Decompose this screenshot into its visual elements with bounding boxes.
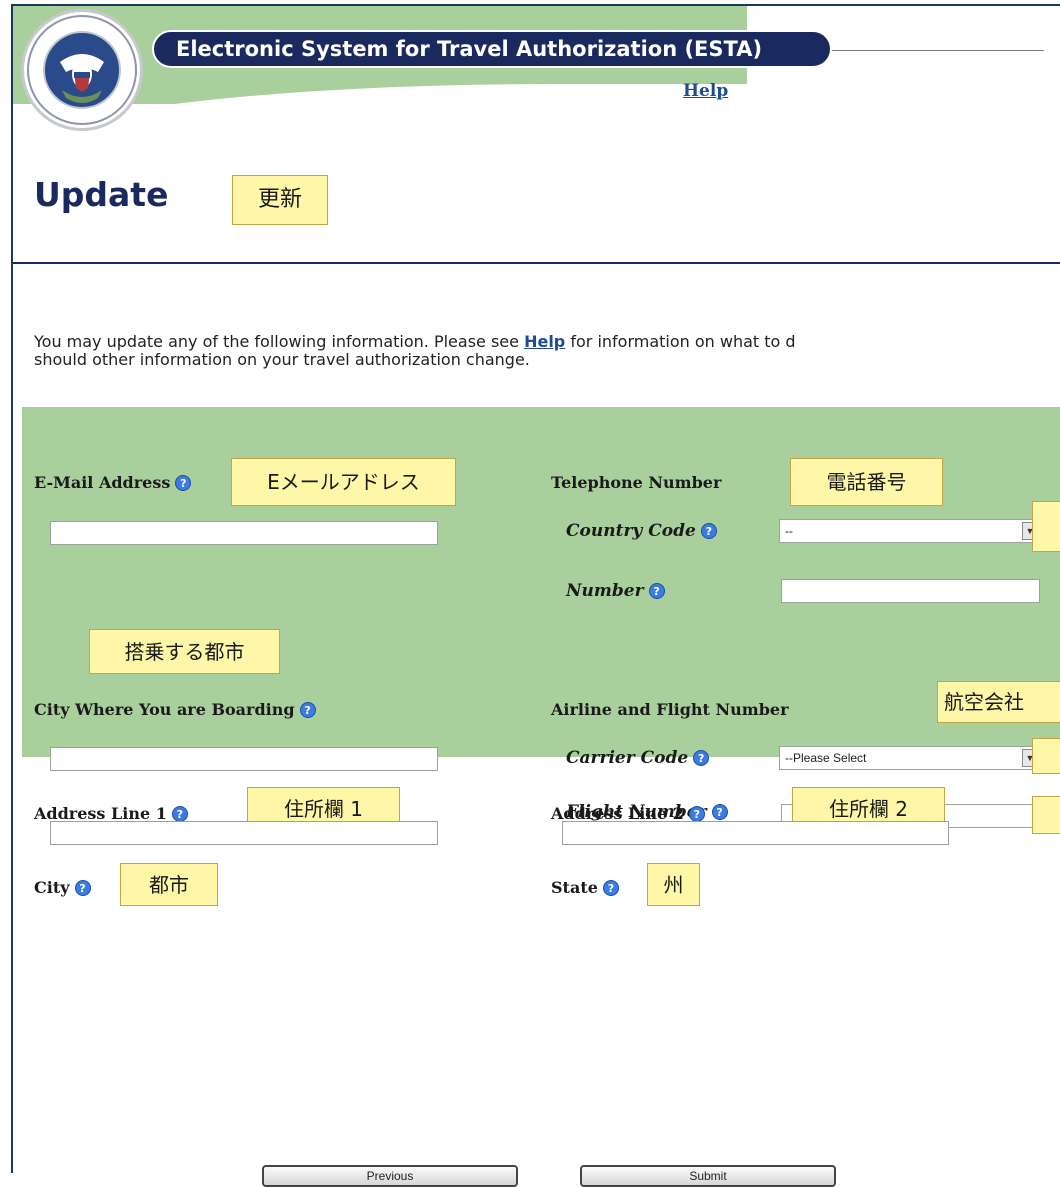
page-title-annotation: 更新 (232, 175, 328, 225)
airline-annotation: 航空会社 (937, 681, 1060, 723)
help-icon[interactable]: ? (688, 805, 705, 822)
email-field[interactable] (50, 521, 438, 545)
help-icon[interactable]: ? (171, 805, 188, 822)
boarding-city-annotation: 搭乗する都市 (89, 629, 280, 674)
help-icon[interactable]: ? (700, 523, 717, 539)
carrier-code-label: Carrier Code? (566, 748, 710, 768)
address1-field[interactable] (50, 821, 438, 845)
carrier-code-label-text: Carrier Code (566, 748, 689, 768)
intro-text-line2: should other information on your travel … (34, 350, 530, 369)
intro-text: You may update any of the following info… (34, 333, 1060, 369)
country-code-label-text: Country Code (566, 521, 696, 541)
intro-text-part2: for information on what to d (565, 332, 796, 351)
intro-text-part1: You may update any of the following info… (34, 332, 525, 351)
help-icon[interactable]: ? (648, 583, 665, 599)
email-label: E-Mail Address? (34, 473, 192, 492)
email-annotation: Eメールアドレス (231, 458, 456, 506)
help-icon[interactable]: ? (299, 701, 316, 718)
country-code-value: -- (785, 524, 793, 538)
boarding-city-label-text: City Where You are Boarding (34, 700, 295, 719)
help-icon[interactable]: ? (711, 804, 728, 820)
intro-help-link[interactable]: Help (524, 332, 565, 351)
header-rule (830, 50, 1044, 51)
carrier-code-select[interactable]: --Please Select ▼ (779, 746, 1041, 770)
app-title: Electronic System for Travel Authorizati… (152, 30, 832, 68)
number-label: Number? (566, 581, 665, 601)
city-label: City? (34, 878, 91, 897)
header-help-link[interactable]: Help (683, 81, 728, 101)
city-annotation: 都市 (120, 863, 218, 906)
state-label: State? (551, 878, 619, 897)
boarding-city-label: City Where You are Boarding? (34, 700, 316, 719)
country-code-label: Country Code? (566, 521, 717, 541)
title-divider (13, 262, 1060, 264)
carrier-code-value: --Please Select (785, 751, 867, 765)
help-icon[interactable]: ? (175, 474, 192, 491)
telephone-label: Telephone Number (551, 473, 722, 492)
flight-number-annotation (1032, 796, 1060, 834)
number-label-text: Number (566, 581, 644, 601)
submit-button[interactable]: Submit (580, 1165, 836, 1187)
state-label-text: State (551, 878, 598, 897)
country-code-select[interactable]: -- ▼ (779, 519, 1041, 543)
dhs-seal-icon (21, 9, 143, 131)
country-code-annotation (1032, 501, 1060, 552)
phone-number-field[interactable] (781, 579, 1040, 603)
state-annotation: 州 (647, 863, 700, 906)
address2-field[interactable] (562, 821, 949, 845)
help-icon[interactable]: ? (602, 879, 619, 896)
boarding-city-field[interactable] (50, 747, 438, 771)
page-title: Update (34, 175, 169, 214)
telephone-annotation: 電話番号 (790, 458, 943, 506)
help-icon[interactable]: ? (74, 879, 91, 896)
city-label-text: City (34, 878, 70, 897)
email-label-text: E-Mail Address (34, 473, 171, 492)
airline-label: Airline and Flight Number (551, 700, 789, 719)
previous-button[interactable]: Previous (262, 1165, 518, 1187)
carrier-code-annotation (1032, 738, 1060, 774)
help-icon[interactable]: ? (693, 750, 710, 766)
